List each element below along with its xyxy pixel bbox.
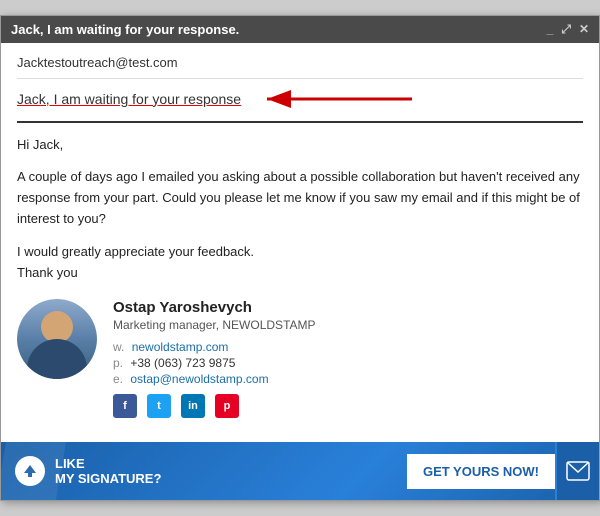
body-paragraph-1: A couple of days ago I emailed you askin… [17,167,583,229]
social-icons: f t in p [113,394,583,418]
signature-block: Ostap Yaroshevych Marketing manager, NEW… [17,295,583,418]
website-link[interactable]: newoldstamp.com [132,340,229,354]
resize-button[interactable]: ⤢ [561,22,571,37]
titlebar: Jack, I am waiting for your response. _ … [1,16,599,43]
email-window: Jack, I am waiting for your response. _ … [0,15,600,502]
cta-left: LIKE MY SIGNATURE? [1,456,407,487]
body-line-2: Thank you [17,265,78,280]
sig-email: e. ostap@newoldstamp.com [113,372,583,386]
window-title: Jack, I am waiting for your response. [11,22,239,37]
twitter-icon[interactable]: t [147,394,171,418]
facebook-icon[interactable]: f [113,394,137,418]
close-button[interactable]: ✕ [579,22,589,37]
body-paragraph-2: I would greatly appreciate your feedback… [17,242,583,284]
greeting: Hi Jack, [17,135,583,156]
minimize-button[interactable]: _ [547,22,554,37]
email-body: Hi Jack, A couple of days ago I emailed … [17,135,583,284]
phone-number: +38 (063) 723 9875 [130,356,235,370]
cta-banner: LIKE MY SIGNATURE? GET YOURS NOW! [1,442,599,500]
signature-info: Ostap Yaroshevych Marketing manager, NEW… [113,299,583,418]
email-link[interactable]: ostap@newoldstamp.com [130,372,268,386]
website-label: w. [113,340,124,354]
email-content: Jacktestoutreach@test.com Jack, I am wai… [1,43,599,431]
avatar-image [17,299,97,379]
cta-line2: MY SIGNATURE? [55,471,161,487]
avatar-body [27,339,87,379]
cta-up-arrow-icon [15,456,45,486]
window-controls: _ ⤢ ✕ [547,22,589,37]
from-line: Jacktestoutreach@test.com [17,55,583,79]
subject-text: Jack, I am waiting for your response [17,91,241,107]
avatar [17,299,97,379]
cta-label: LIKE MY SIGNATURE? [55,456,161,487]
get-yours-button[interactable]: GET YOURS NOW! [407,454,555,489]
body-line-1: I would greatly appreciate your feedback… [17,244,254,259]
subject-row: Jack, I am waiting for your response [17,85,583,123]
sig-title: Marketing manager, NEWOLDSTAMP [113,318,583,332]
phone-label: p. [113,356,123,370]
pinterest-icon[interactable]: p [215,394,239,418]
sig-website: w. newoldstamp.com [113,340,583,354]
sig-phone: p. +38 (063) 723 9875 [113,356,583,370]
email-label: e. [113,372,123,386]
sig-name: Ostap Yaroshevych [113,299,583,316]
arrow-indicator [257,85,417,113]
linkedin-icon[interactable]: in [181,394,205,418]
cta-line1: LIKE [55,456,161,472]
cta-email-icon [555,442,599,500]
from-address: Jacktestoutreach@test.com [17,55,178,70]
